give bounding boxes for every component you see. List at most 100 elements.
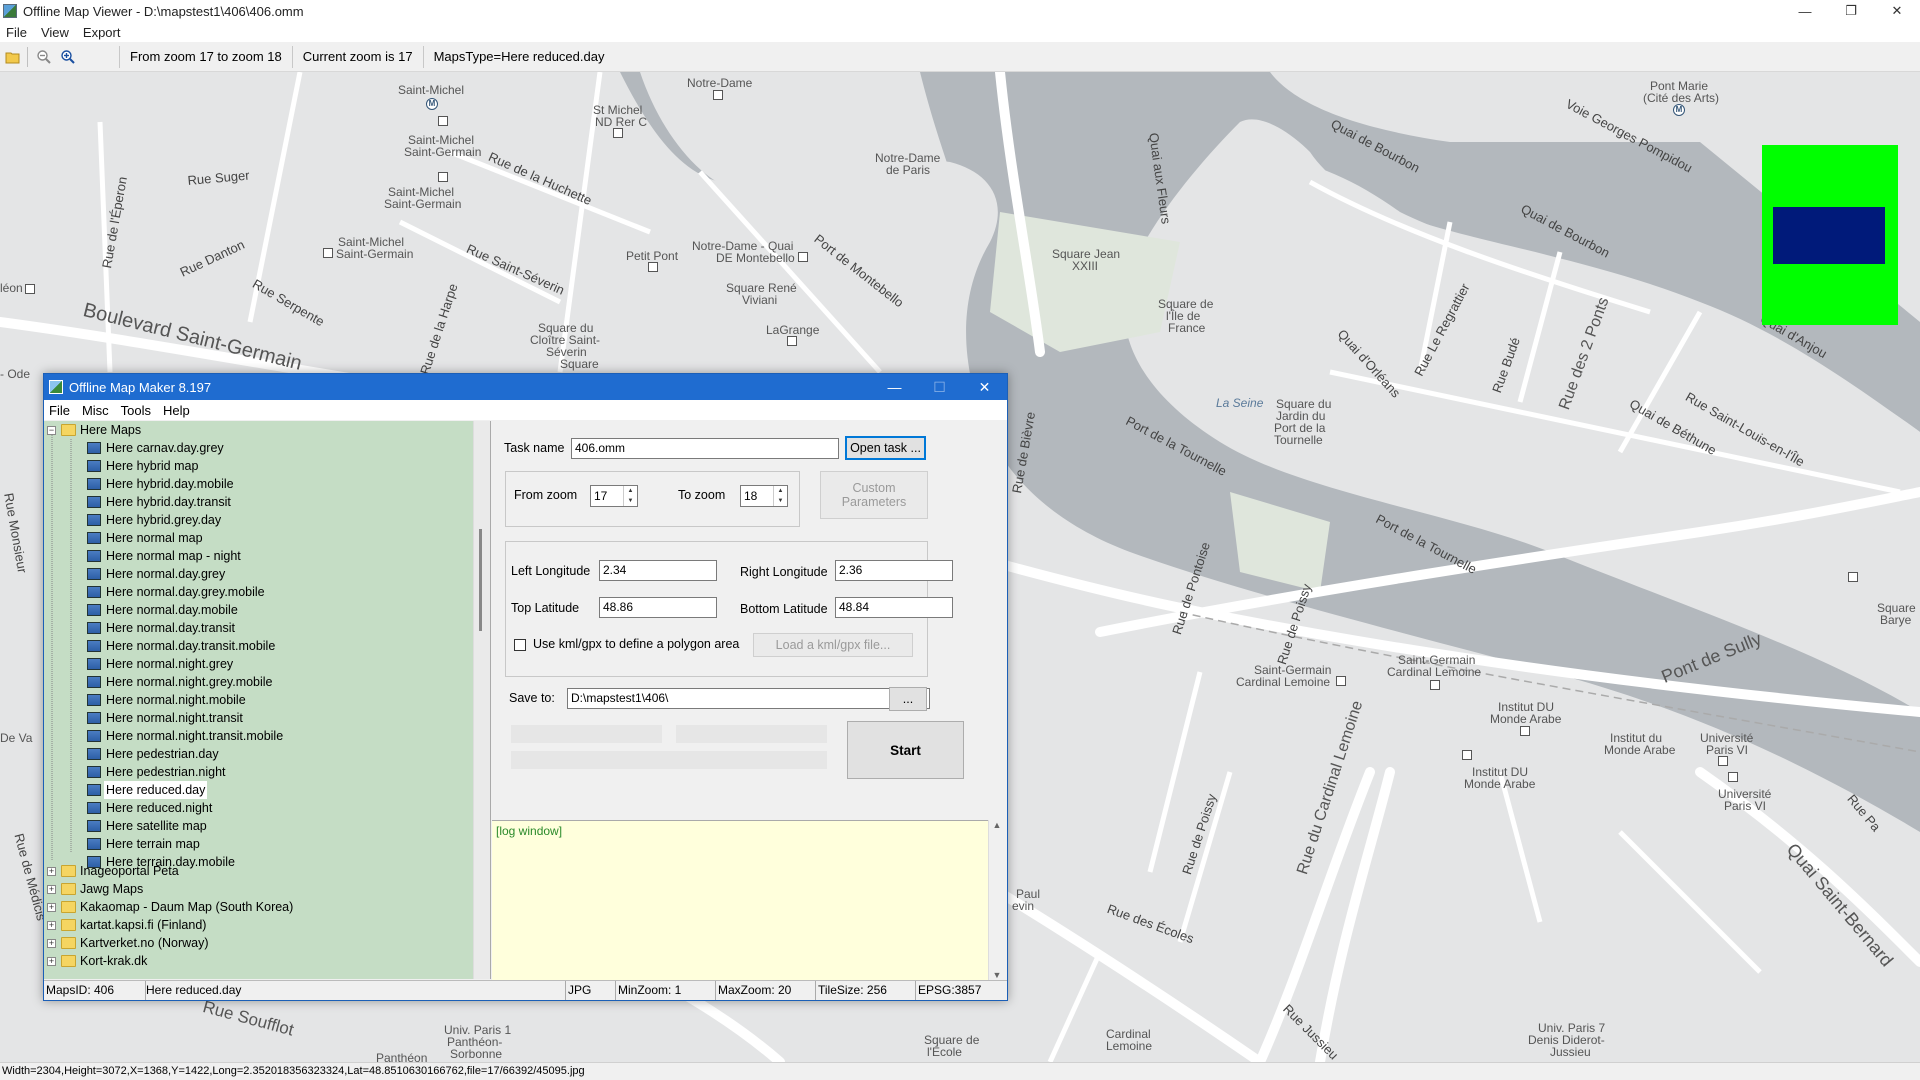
map-tile-icon [87,766,101,778]
task-name-input[interactable]: 406.omm [571,438,839,459]
tree-item[interactable]: Here normal.night.grey [87,655,233,673]
map-label: DE Montebello [716,251,795,265]
spinner-arrows-icon[interactable]: ▲ ▼ [623,486,637,506]
tree-item[interactable]: Here carnav.day.grey [87,439,224,457]
tree-scrollbar-thumb[interactable] [479,529,482,631]
expand-icon[interactable]: + [47,920,56,930]
tree-item[interactable]: Here reduced.night [87,799,212,817]
station-icon [613,128,623,138]
viewer-restore-button[interactable]: ❐ [1828,0,1874,22]
status-tile-size: TileSize: 256 [816,981,916,1000]
viewer-menubar: File View Export [0,22,1920,42]
tree-folder[interactable]: + Inageoportal Peta [47,862,179,880]
save-to-input[interactable]: D:\mapstest1\406\ [567,688,930,709]
map-label: Notre-Dame [687,76,753,90]
scroll-up-icon[interactable]: ▲ [989,820,1005,830]
viewer-menu-file[interactable]: File [6,25,27,40]
tree-item[interactable]: Here normal.day.mobile [87,601,238,619]
collapse-icon[interactable]: − [47,425,56,435]
from-zoom-spinner[interactable]: 17 ▲ ▼ [590,485,638,507]
station-icon [1520,726,1530,736]
overview-minimap[interactable] [1762,145,1898,325]
log-scrollbar[interactable]: ▲ ▼ [988,820,1005,980]
maker-maximize-button[interactable]: ☐ [917,374,962,400]
app-icon [3,4,17,18]
kml-checkbox[interactable] [514,639,526,651]
left-longitude-input[interactable]: 2.34 [599,560,717,581]
browse-button[interactable]: ... [889,687,927,711]
expand-icon[interactable]: + [47,902,56,912]
tree-item[interactable]: Here normal.day.transit.mobile [87,637,275,655]
tree-item[interactable]: Here normal.night.mobile [87,691,246,709]
open-task-button[interactable]: Open task ... [845,436,926,460]
viewer-minimize-button[interactable]: — [1782,0,1828,22]
status-min-zoom: MinZoom: 1 [616,981,716,1000]
maker-minimize-button[interactable]: — [872,374,917,400]
viewer-close-button[interactable]: ✕ [1874,0,1920,22]
tree-item[interactable]: Here terrain map [87,835,200,853]
custom-parameters-button[interactable]: Custom Parameters [820,471,928,519]
tree-item[interactable]: Here pedestrian.night [87,763,226,781]
overview-viewport[interactable] [1773,207,1885,264]
tree-item[interactable]: Here normal.night.grey.mobile [87,673,273,691]
tree-item[interactable]: Here normal.day.grey [87,565,225,583]
zoom-in-icon[interactable] [57,46,79,68]
expand-icon[interactable]: + [47,884,56,894]
start-button[interactable]: Start [847,721,964,779]
tree-item[interactable]: Here satellite map [87,817,207,835]
tree-item-selected[interactable]: Here reduced.day [87,781,208,799]
expand-icon[interactable]: + [47,956,56,966]
map-tile-icon [87,550,101,562]
tree-item[interactable]: Here pedestrian.day [87,745,219,763]
viewer-title: Offline Map Viewer - D:\mapstest1\406\40… [23,3,304,19]
maps-tree[interactable]: − Here Maps Here carnav.day.grey Here hyb… [44,421,491,979]
viewer-menu-view[interactable]: View [41,25,69,40]
toolbar-separator [27,46,28,67]
maker-menu-file[interactable]: File [49,403,70,418]
tree-item[interactable]: Here normal map [87,529,203,547]
tree-item[interactable]: Here hybrid.grey.day [87,511,221,529]
tree-folder[interactable]: + Jawg Maps [47,880,143,898]
tree-item-label: Here terrain map [106,837,200,851]
tree-folder[interactable]: + kartat.kapsi.fi (Finland) [47,916,206,934]
tree-item[interactable]: Here hybrid.day.transit [87,493,231,511]
tree-item[interactable]: Here normal map - night [87,547,241,565]
status-max-zoom: MaxZoom: 20 [716,981,816,1000]
bottom-latitude-input[interactable]: 48.84 [835,597,953,618]
tree-item[interactable]: Here normal.day.transit [87,619,235,637]
station-icon [1848,572,1858,582]
log-window[interactable]: [log window] [492,820,988,980]
tree-item[interactable]: Here hybrid map [87,457,198,475]
tree-scrollbar[interactable] [473,421,490,979]
tree-item[interactable]: Here hybrid.day.mobile [87,475,234,493]
tree-folder[interactable]: + Kort-krak.dk [47,952,147,970]
expand-icon[interactable]: + [47,866,56,876]
open-folder-icon[interactable] [2,46,24,68]
map-tile-icon [87,442,101,454]
map-label: léon [0,281,23,295]
load-kml-button[interactable]: Load a kml/gpx file... [753,633,913,657]
zoom-out-icon[interactable] [33,46,55,68]
maker-menu-tools[interactable]: Tools [121,403,151,418]
map-label: Cardinal Lemoine [1236,675,1331,689]
tree-item[interactable]: Here normal.day.grey.mobile [87,583,265,601]
maker-menu-help[interactable]: Help [163,403,190,418]
viewer-toolbar: From zoom 17 to zoom 18 Current zoom is … [0,42,1920,72]
map-label: De Va [0,731,33,745]
scroll-down-icon[interactable]: ▼ [989,970,1005,980]
right-longitude-input[interactable]: 2.36 [835,560,953,581]
maker-close-button[interactable]: ✕ [962,374,1007,400]
to-zoom-spinner[interactable]: 18 ▲ ▼ [740,485,788,507]
tree-folder[interactable]: + Kakaomap - Daum Map (South Korea) [47,898,293,916]
spinner-arrows-icon[interactable]: ▲ ▼ [773,486,787,506]
map-tile-icon [87,496,101,508]
top-latitude-input[interactable]: 48.86 [599,597,717,618]
tree-item[interactable]: Here normal.night.transit [87,709,243,727]
expand-icon[interactable]: + [47,938,56,948]
tree-root-here-maps[interactable]: − Here Maps [47,421,141,439]
tree-item[interactable]: Here normal.night.transit.mobile [87,727,283,745]
viewer-menu-export[interactable]: Export [83,25,121,40]
tree-folder[interactable]: + Kartverket.no (Norway) [47,934,209,952]
maker-menu-misc[interactable]: Misc [82,403,109,418]
map-label: l'École [927,1045,962,1059]
